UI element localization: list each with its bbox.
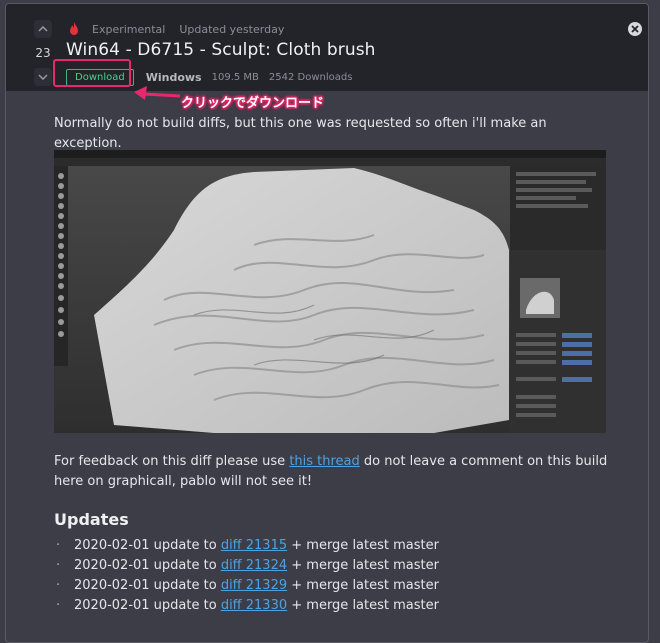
vote-count: 23 — [35, 46, 51, 60]
intro-text: Normally do not build diffs, but this on… — [54, 116, 547, 151]
feedback-prefix: For feedback on this diff please use — [54, 454, 290, 469]
updates-heading: Updates — [54, 510, 129, 529]
download-highlight-annotation — [53, 59, 131, 87]
chevron-up-icon — [38, 26, 48, 32]
diff-link[interactable]: diff 21315 — [221, 538, 287, 553]
bullet-icon: · — [56, 558, 61, 573]
thread-link[interactable]: this thread — [289, 454, 359, 469]
close-icon — [631, 25, 639, 33]
diff-link[interactable]: diff 21330 — [221, 598, 287, 613]
update-item: · 2020-02-01 update to diff 21330 + merge… — [56, 596, 439, 616]
update-item: · 2020-02-01 update to diff 21329 + merge… — [56, 576, 439, 596]
callout-arrow-icon — [134, 86, 181, 100]
update-rest: + merge latest master — [287, 598, 439, 613]
flame-icon — [70, 22, 78, 35]
upvote-button[interactable] — [34, 20, 52, 38]
update-rest: + merge latest master — [287, 578, 439, 593]
blender-screenshot — [54, 150, 606, 433]
update-rest: + merge latest master — [287, 538, 439, 553]
annotation-text: クリックでダウンロード — [181, 96, 325, 111]
update-item: · 2020-02-01 update to diff 21324 + merge… — [56, 556, 439, 576]
downvote-button[interactable] — [34, 68, 52, 86]
updated-label: Updated yesterday — [179, 22, 285, 36]
experimental-label: Experimental — [92, 22, 166, 36]
bullet-icon: · — [56, 578, 61, 593]
update-date: 2020-02-01 update to — [74, 538, 221, 553]
update-item: · 2020-02-01 update to diff 21315 + merge… — [56, 536, 439, 556]
bullet-icon: · — [56, 598, 61, 613]
close-button[interactable] — [628, 22, 642, 36]
download-count: 2542 Downloads — [268, 71, 353, 83]
build-title: Win64 - D6715 - Sculpt: Cloth brush — [66, 40, 376, 60]
chevron-down-icon — [38, 74, 48, 80]
update-rest: + merge latest master — [287, 558, 439, 573]
update-date: 2020-02-01 update to — [74, 578, 221, 593]
diff-link[interactable]: diff 21329 — [221, 578, 287, 593]
build-page: 23 Experimental Updated yesterday Win64 … — [0, 0, 660, 643]
feedback-text: For feedback on this diff please use thi… — [54, 452, 614, 492]
update-date: 2020-02-01 update to — [74, 598, 221, 613]
update-date: 2020-02-01 update to — [74, 558, 221, 573]
meta-row: Experimental Updated yesterday — [68, 21, 298, 37]
file-size: 109.5 MB — [211, 71, 259, 83]
blender-screenshot-image — [54, 150, 606, 433]
updates-list: · 2020-02-01 update to diff 21315 + merge… — [56, 536, 439, 616]
bullet-icon: · — [56, 538, 61, 553]
diff-link[interactable]: diff 21324 — [221, 558, 287, 573]
